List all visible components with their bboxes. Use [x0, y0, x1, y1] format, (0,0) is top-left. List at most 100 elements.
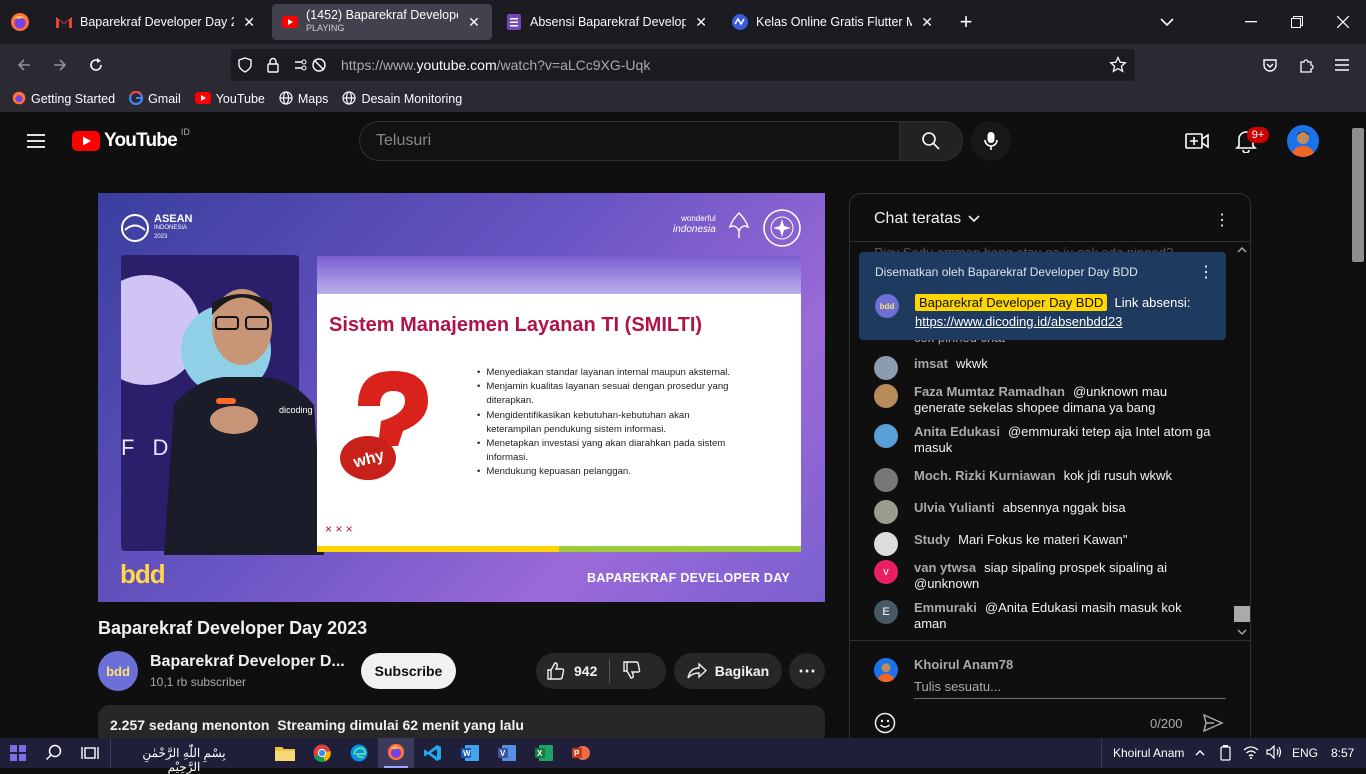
- bookmark-youtube[interactable]: YouTube: [194, 91, 265, 107]
- start-button[interactable]: [6, 741, 30, 765]
- lock-icon[interactable]: [265, 57, 281, 78]
- close-window-button[interactable]: [1320, 0, 1366, 44]
- search-button[interactable]: [42, 741, 66, 765]
- url-text[interactable]: https://www.youtube.com/watch?v=aLCc9XG-…: [341, 57, 650, 73]
- chat-message[interactable]: E Emmuraki @Anita Edukasi masih masuk kok…: [874, 600, 1214, 632]
- chat-input[interactable]: Tulis sesuatu...: [914, 679, 1226, 699]
- firefox-icon[interactable]: [10, 12, 30, 32]
- pinned-message-banner[interactable]: Disematkan oleh Baparekraf Developer Day…: [859, 252, 1226, 340]
- voice-search-button[interactable]: [971, 121, 1011, 161]
- asean-emblem-icon: [121, 214, 149, 242]
- pinned-link[interactable]: https://www.dicoding.id/absenbdd23: [915, 314, 1122, 329]
- bookmark-getting-started[interactable]: Getting Started: [12, 91, 115, 108]
- tab-dicoding[interactable]: Kelas Online Gratis Flutter Mobil ✕: [722, 4, 944, 40]
- page-scrollbar[interactable]: [1350, 112, 1366, 738]
- task-view-button[interactable]: [78, 741, 102, 765]
- send-button[interactable]: [1202, 712, 1224, 739]
- chat-options-icon[interactable]: ⋮: [1214, 210, 1230, 230]
- pocket-icon[interactable]: [1256, 52, 1284, 78]
- close-icon[interactable]: ✕: [242, 14, 256, 31]
- scrollbar-thumb[interactable]: [1352, 128, 1364, 262]
- chevron-down-icon[interactable]: [1237, 628, 1247, 636]
- battery-saver-icon[interactable]: [1219, 745, 1233, 766]
- chat-scrollbar[interactable]: [1234, 244, 1250, 640]
- firefox-taskbar-active[interactable]: [378, 738, 414, 768]
- excel-icon[interactable]: X: [532, 741, 556, 765]
- chat-message[interactable]: Moch. Rizki Kurniawan kok jdi rusuh wkwk: [874, 468, 1214, 492]
- reload-button[interactable]: [82, 52, 110, 78]
- chat-mode-dropdown[interactable]: Chat teratas: [874, 210, 981, 228]
- tab-forms[interactable]: Absensi Baparekraf Developer D ✕: [496, 4, 718, 40]
- pinned-options-icon[interactable]: ⋮: [1198, 262, 1214, 282]
- video-player[interactable]: ASEAN INDONESIA 2023 wonderful indonesia…: [98, 193, 825, 602]
- avatar: [874, 424, 898, 448]
- youtube-logo[interactable]: YouTube ID: [72, 127, 190, 152]
- word-icon[interactable]: W: [458, 741, 482, 765]
- dislike-button[interactable]: [622, 660, 642, 683]
- new-tab-button[interactable]: +: [954, 10, 978, 34]
- clock[interactable]: 8:57: [1331, 746, 1354, 760]
- create-video-icon[interactable]: [1185, 130, 1209, 157]
- like-dislike-group: 942: [536, 653, 666, 689]
- task-view-icon: [81, 747, 99, 759]
- taskbar-user[interactable]: Khoirul Anam: [1113, 746, 1184, 760]
- language-indicator[interactable]: ENG: [1292, 746, 1318, 760]
- scrollbar-thumb[interactable]: [1234, 606, 1250, 622]
- wifi-icon[interactable]: [1243, 745, 1259, 764]
- channel-name[interactable]: Baparekraf Developer D...: [150, 653, 345, 671]
- video-title: Baparekraf Developer Day 2023: [98, 618, 368, 638]
- url-bar[interactable]: https://www.youtube.com/watch?v=aLCc9XG-…: [231, 49, 1135, 81]
- forward-button[interactable]: [46, 52, 74, 78]
- more-dots-icon: ⋯: [798, 660, 816, 681]
- edge-icon[interactable]: [347, 741, 371, 765]
- chat-message[interactable]: Study Mari Fokus ke materi Kawan": [874, 532, 1214, 556]
- shield-icon[interactable]: [237, 57, 253, 78]
- chat-message[interactable]: Anita Edukasi @emmuraki tetep aja Intel a…: [874, 424, 1214, 456]
- close-icon[interactable]: ✕: [920, 14, 934, 31]
- share-button[interactable]: Bagikan: [674, 653, 782, 689]
- vscode-icon[interactable]: [421, 741, 445, 765]
- bookmarks-bar: Getting Started Gmail YouTube Maps Desai…: [0, 86, 1366, 112]
- close-icon[interactable]: ✕: [694, 14, 708, 31]
- bookmark-star-icon[interactable]: [1109, 55, 1127, 79]
- file-explorer-icon[interactable]: [273, 741, 297, 765]
- slide-bullet: • Menetapkan investasi yang akan diarahka…: [477, 438, 726, 464]
- search-input[interactable]: Telusuri: [359, 121, 900, 161]
- bookmark-maps[interactable]: Maps: [279, 90, 328, 108]
- chat-message[interactable]: Faza Mumtaz Ramadhan @unknown mau generat…: [874, 384, 1214, 416]
- back-button[interactable]: [10, 52, 38, 78]
- search-button[interactable]: [899, 121, 963, 161]
- chat-user-name: Khoirul Anam78: [914, 657, 1014, 672]
- chevron-up-icon[interactable]: [1194, 746, 1206, 764]
- chevron-up-icon[interactable]: [1237, 246, 1247, 254]
- bismillah-text: بِسْمِ اللّٰهِ الرَّحْمٰنِ الرَّحِيْمِ: [142, 746, 226, 774]
- tab-strip: Baparekraf Developer Day 2023 ✕ (1452) B…: [0, 0, 1366, 44]
- channel-avatar[interactable]: bdd: [98, 651, 138, 691]
- tab-gmail[interactable]: Baparekraf Developer Day 2023 ✕: [46, 4, 266, 40]
- chat-message[interactable]: imsat wkwk: [874, 356, 1214, 380]
- more-actions-button[interactable]: ⋯: [789, 653, 825, 689]
- volume-icon[interactable]: [1266, 744, 1282, 764]
- chat-message[interactable]: Ulvia Yulianti absennya nggak bisa: [874, 500, 1214, 524]
- list-tabs-button[interactable]: [1156, 12, 1178, 32]
- extensions-icon[interactable]: [1292, 52, 1320, 78]
- visio-icon[interactable]: V: [495, 741, 519, 765]
- avatar[interactable]: [1287, 125, 1319, 157]
- chat-message[interactable]: v van ytwsa siap sipaling prospek sipalin…: [874, 560, 1214, 592]
- subscribe-button[interactable]: Subscribe: [361, 653, 456, 689]
- tab-youtube-playing[interactable]: (1452) Baparekraf Developer Day PLAYING …: [272, 4, 492, 40]
- avatar: [874, 468, 898, 492]
- menu-icon[interactable]: [1328, 52, 1356, 78]
- minimize-button[interactable]: [1228, 0, 1274, 44]
- hamburger-menu-icon[interactable]: [24, 129, 48, 158]
- emoji-button[interactable]: [874, 712, 896, 739]
- tab-title: Absensi Baparekraf Developer D: [530, 15, 687, 29]
- permissions-icon[interactable]: [293, 57, 327, 78]
- restore-button[interactable]: [1274, 0, 1320, 44]
- like-button[interactable]: 942: [546, 661, 597, 681]
- bookmark-desain-monitoring[interactable]: Desain Monitoring: [342, 90, 462, 108]
- chrome-icon[interactable]: [310, 741, 334, 765]
- powerpoint-icon[interactable]: P: [569, 741, 593, 765]
- bookmark-gmail[interactable]: Gmail: [128, 90, 181, 108]
- close-icon[interactable]: ✕: [466, 14, 482, 31]
